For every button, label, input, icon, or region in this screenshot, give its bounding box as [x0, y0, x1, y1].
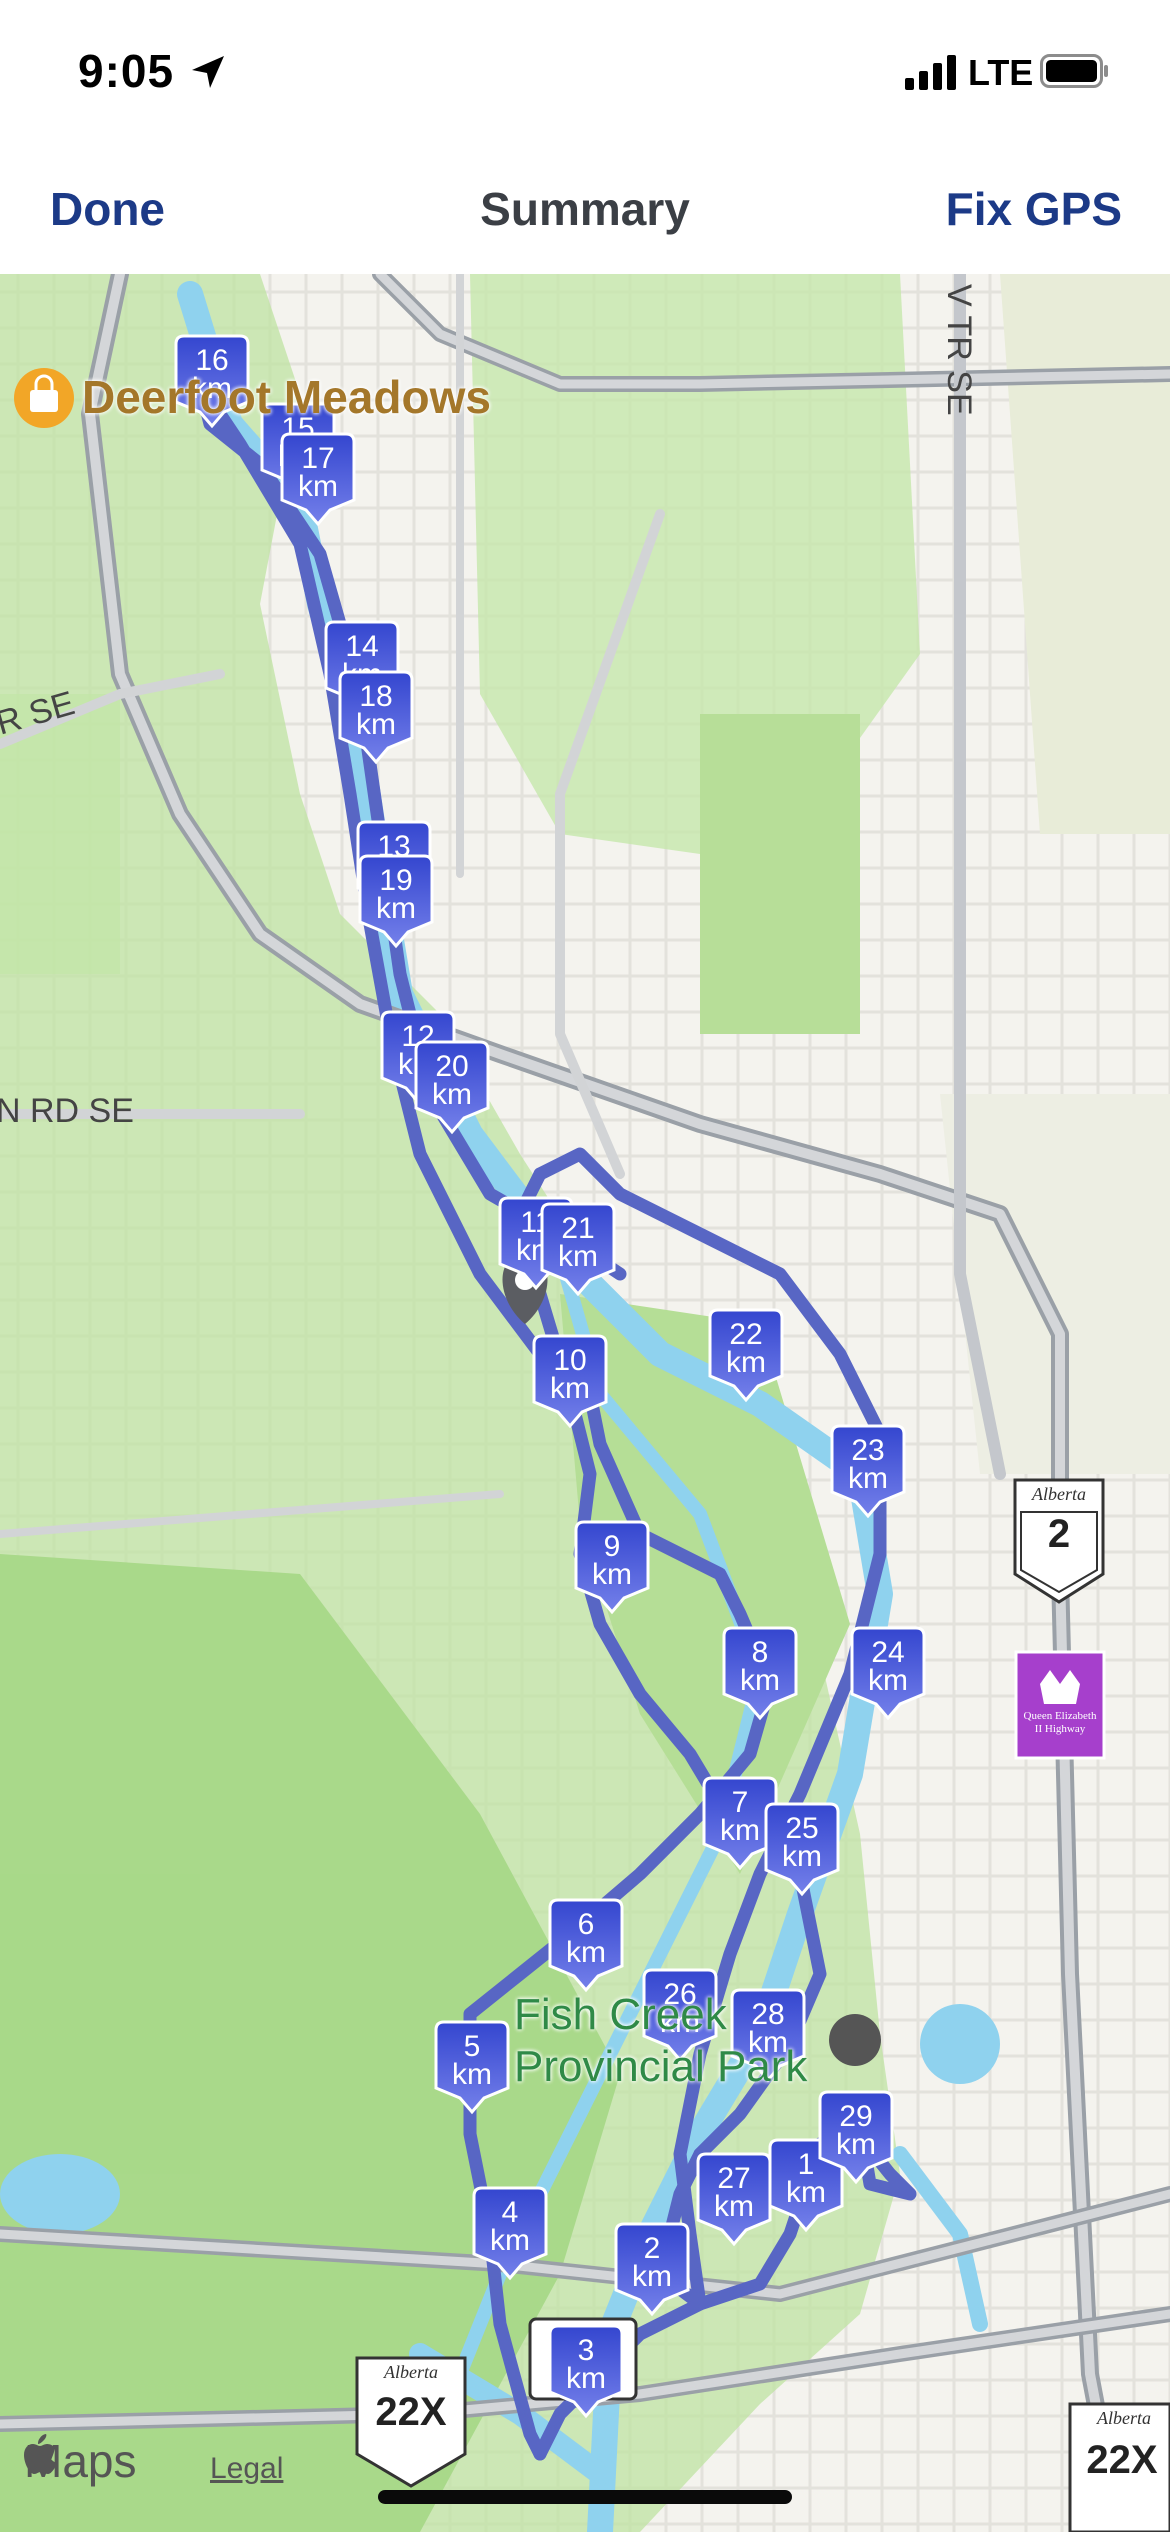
shield-2-number: 2 — [1047, 1512, 1071, 1556]
km-marker-unit: km — [726, 1346, 766, 1379]
network-type: LTE — [968, 52, 1034, 93]
km-marker-unit: km — [632, 2260, 672, 2293]
shield-qe2-caption: Queen Elizabeth II Highway — [1023, 1710, 1097, 1735]
shield-22x-right-brand: Alberta — [1097, 2408, 1151, 2428]
km-marker-unit: km — [740, 1664, 780, 1697]
km-marker-unit: km — [490, 2224, 530, 2257]
home-indicator — [378, 2490, 792, 2504]
shield-qe2 — [1014, 1650, 1106, 1760]
route-map[interactable]: 1km2km3km4km5km6km7km8km9km10km11km12km1… — [0, 274, 1170, 2532]
km-marker-unit: km — [786, 2176, 826, 2209]
km-marker-unit: km — [432, 1078, 472, 1111]
km-marker-unit: km — [298, 470, 338, 503]
status-bar: 9:05 LTE — [0, 0, 1170, 150]
km-marker-unit: km — [868, 1664, 908, 1697]
shield-22x-right-number: 22X — [1086, 2438, 1158, 2482]
signal-bars-icon — [905, 55, 956, 90]
park-label-line2: Provincial Park — [514, 2042, 808, 2091]
battery-icon — [1040, 54, 1108, 88]
km-marker-unit: km — [720, 1814, 760, 1847]
status-time: 9:05 — [78, 45, 175, 97]
km-marker-unit: km — [558, 1240, 598, 1273]
km-marker-unit: km — [356, 708, 396, 741]
km-marker-unit: km — [714, 2190, 754, 2223]
location-arrow-icon — [192, 56, 224, 88]
km-marker-unit: km — [782, 1840, 822, 1873]
km-marker-unit: km — [836, 2128, 876, 2161]
shield-2-brand: Alberta — [1032, 1484, 1086, 1504]
km-marker-unit: km — [452, 2058, 492, 2091]
km-marker-unit: km — [376, 892, 416, 925]
shield-22x-left-number: 22X — [375, 2390, 447, 2434]
nav-bar: Done Summary Fix GPS — [0, 150, 1170, 274]
end-pin-icon — [829, 2014, 881, 2066]
maps-logo: Maps — [24, 2434, 136, 2488]
road-label-n-rd-se: N RD SE — [0, 1092, 134, 1130]
park-label-line1: Fish Creek — [514, 1990, 727, 2039]
fix-gps-button[interactable]: Fix GPS — [946, 182, 1122, 236]
km-marker-unit: km — [566, 2362, 606, 2395]
km-marker-unit: km — [592, 1558, 632, 1591]
shield-22x-left-brand: Alberta — [384, 2362, 438, 2382]
km-marker-unit: km — [848, 1462, 888, 1495]
road-label-v-tr-se: V TR SE — [940, 284, 978, 416]
apple-logo-icon — [24, 2434, 57, 2474]
place-label-deerfoot: Deerfoot Meadows — [82, 371, 491, 423]
map-canvas[interactable]: 1km2km3km4km5km6km7km8km9km10km11km12km1… — [0, 274, 1170, 2532]
legal-link[interactable]: Legal — [210, 2452, 283, 2486]
shopping-bag-icon — [14, 368, 74, 428]
km-marker-unit: km — [566, 1936, 606, 1969]
km-marker-unit: km — [550, 1372, 590, 1405]
